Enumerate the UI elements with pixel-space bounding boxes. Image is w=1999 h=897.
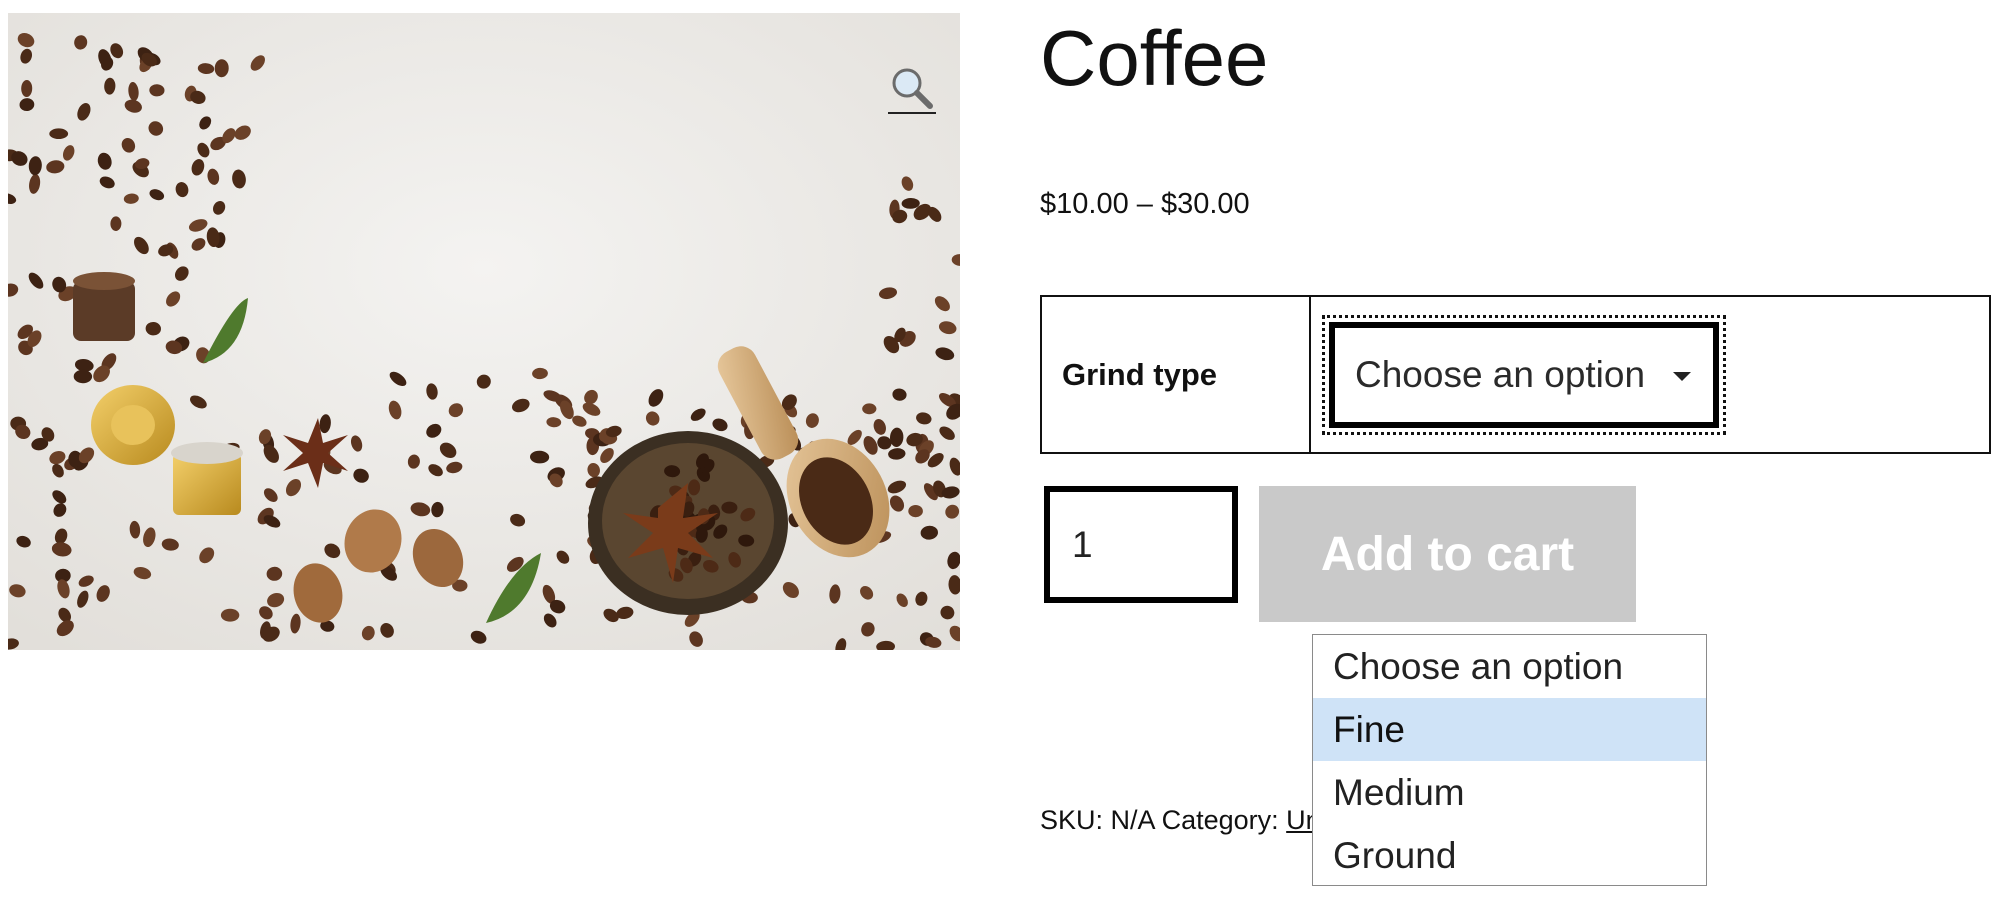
coffee-bean bbox=[862, 403, 877, 415]
variation-label-cell: Grind type bbox=[1040, 295, 1311, 454]
add-to-cart-button[interactable]: Add to cart bbox=[1259, 486, 1636, 622]
category-label: Category: bbox=[1161, 805, 1279, 835]
dropdown-option[interactable]: Medium bbox=[1313, 761, 1706, 824]
quantity-input[interactable] bbox=[1044, 486, 1238, 603]
coffee-bean bbox=[49, 128, 69, 139]
bean-bowl bbox=[588, 431, 788, 615]
chevron-down-icon bbox=[1673, 371, 1691, 381]
product-title: Coffee bbox=[1040, 14, 1269, 102]
price-range: $10.00 – $30.00 bbox=[1040, 188, 1250, 220]
variations-table: Grind type Choose an option bbox=[1040, 295, 1991, 454]
select-current-value: Choose an option bbox=[1355, 353, 1646, 395]
sku-label: SKU: bbox=[1040, 805, 1104, 835]
variation-value-cell: Choose an option bbox=[1309, 295, 1991, 454]
grind-type-label: Grind type bbox=[1062, 356, 1218, 392]
coffee-bean bbox=[908, 505, 923, 518]
coffee-bean bbox=[721, 501, 738, 514]
dropdown-option[interactable]: Choose an option bbox=[1313, 635, 1706, 698]
magnifier-icon bbox=[888, 68, 936, 114]
zoom-button[interactable] bbox=[886, 63, 938, 115]
dropdown-option-highlighted[interactable]: Fine bbox=[1313, 698, 1706, 761]
dropdown-option[interactable]: Ground bbox=[1313, 824, 1706, 887]
product-image[interactable] bbox=[8, 13, 960, 650]
sku-value: N/A bbox=[1110, 805, 1155, 835]
grind-type-dropdown[interactable]: Choose an option Fine Medium Ground bbox=[1312, 634, 1707, 886]
grind-type-select[interactable]: Choose an option bbox=[1329, 321, 1719, 428]
focus-ring: Choose an option bbox=[1322, 314, 1726, 435]
product-meta: SKU: N/A Category: Un bbox=[1040, 800, 1321, 840]
coffee-bean bbox=[220, 608, 240, 622]
coffee-photo-illustration bbox=[8, 13, 960, 650]
